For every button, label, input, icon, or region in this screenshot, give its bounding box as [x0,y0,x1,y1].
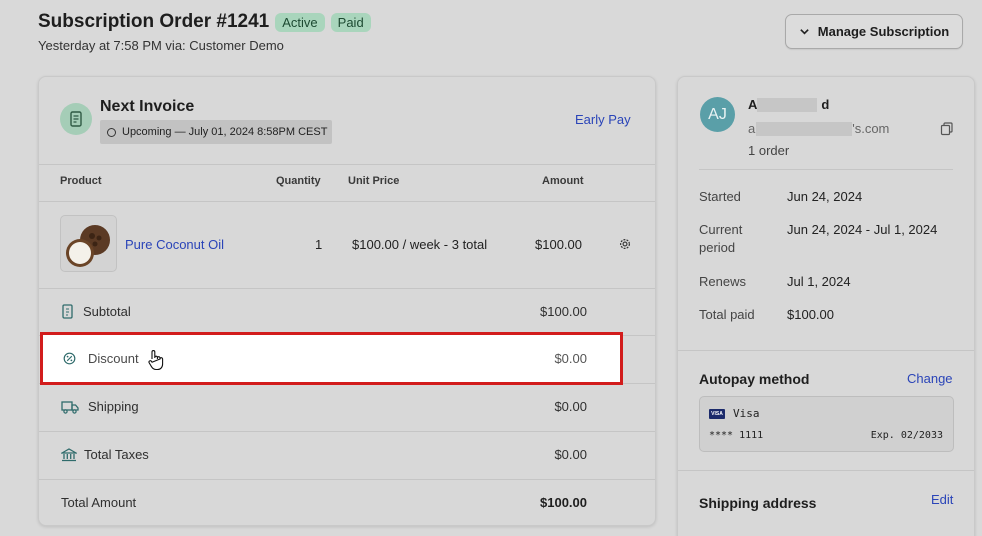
started-label: Started [699,189,741,204]
current-period-label-line2: period [699,240,736,255]
divider [678,350,974,351]
shipping-value: $0.00 [554,399,587,414]
divider [39,431,655,432]
bank-icon [61,447,77,461]
column-header-quantity: Quantity [276,175,321,187]
invoice-status-text: Upcoming — July 01, 2024 8:58PM CEST [122,126,328,138]
status-badge-active: Active [275,12,325,32]
card-brand: Visa [733,407,760,420]
next-invoice-card: Next Invoice Upcoming — July 01, 2024 8:… [38,76,656,526]
subtotal-label: Subtotal [83,304,131,319]
customer-email-start: a [748,121,756,136]
renews-value: Jul 1, 2024 [787,274,851,289]
column-header-unit-price: Unit Price [348,175,400,187]
manage-subscription-label: Manage Subscription [817,24,950,39]
taxes-value: $0.00 [554,447,587,462]
truck-icon [61,400,79,414]
line-item-quantity: 1 [315,237,323,252]
status-badge-paid: Paid [330,12,371,32]
divider [39,164,655,165]
customer-order-count[interactable]: 1 order [748,143,789,158]
divider [678,470,974,471]
started-value: Jun 24, 2024 [787,189,863,204]
shipping-label: Shipping [88,399,139,414]
page-title: Subscription Order #1241 [38,11,270,32]
shipping-address-heading: Shipping address [699,495,817,511]
customer-name-start: A [748,97,758,112]
divider [39,201,655,202]
subtotal-row: Subtotal [61,304,131,319]
avatar: AJ [700,97,735,132]
gear-icon[interactable] [618,237,632,251]
current-period-value: Jun 24, 2024 - Jul 1, 2024 [787,222,938,237]
manage-subscription-button[interactable]: Manage Subscription [785,14,963,49]
product-image [60,215,117,272]
current-period-label-line1: Current [699,222,743,237]
column-header-amount: Amount [542,175,584,187]
card-expiry: Exp. 02/2033 [870,430,943,441]
clock-icon [107,127,116,137]
redacted-block [757,97,818,112]
shipping-row: Shipping [61,399,139,414]
discount-label: Discount [88,351,139,366]
product-link[interactable]: Pure Coconut Oil [125,237,224,252]
customer-email-end: 's.com [852,121,890,136]
divider [39,479,655,480]
order-meta: Yesterday at 7:58 PM via: Customer Demo [38,38,284,53]
invoice-icon [60,103,92,135]
payment-card: VISA Visa **** 1111 Exp. 02/2033 [699,396,954,452]
total-paid-label: Total paid [699,307,755,322]
redacted-block [756,121,853,136]
total-value: $100.00 [540,495,587,510]
column-header-product: Product [60,175,102,187]
subtotal-value: $100.00 [540,304,587,319]
divider [39,288,655,289]
divider [699,169,953,170]
autopay-heading: Autopay method [699,371,810,387]
taxes-row: Total Taxes [61,447,149,462]
line-item-amount: $100.00 [535,237,582,252]
chevron-down-icon [800,29,809,35]
total-paid-value: $100.00 [787,307,834,322]
total-row: Total Amount [61,495,136,510]
taxes-label: Total Taxes [84,447,149,462]
customer-email: a 's.com [748,121,889,136]
early-pay-link[interactable]: Early Pay [575,112,631,127]
edit-shipping-link[interactable]: Edit [931,492,953,507]
line-item-unit-price: $100.00 / week - 3 total [352,237,488,252]
discount-icon [63,352,76,365]
copy-icon[interactable] [940,122,954,136]
total-label: Total Amount [61,495,137,510]
invoice-status-chip: Upcoming — July 01, 2024 8:58PM CEST [100,120,332,144]
discount-label-group: Discount [63,351,139,366]
renews-label: Renews [699,274,746,289]
customer-name[interactable]: A d [748,97,829,112]
customer-name-end: d [821,97,830,112]
next-invoice-title: Next Invoice [100,98,195,115]
change-autopay-link[interactable]: Change [907,371,953,386]
card-number: **** 1111 [709,430,764,441]
discount-value: $0.00 [554,351,587,366]
visa-card-icon: VISA [709,409,725,419]
hand-cursor-icon [148,350,164,371]
receipt-icon [62,304,73,319]
discount-row[interactable]: Discount $0.00 [40,332,623,385]
customer-card: AJ A d a 's.com 1 order Started Jun 24, … [677,76,975,536]
page-header: Subscription Order #1241 Active Paid [38,11,371,33]
